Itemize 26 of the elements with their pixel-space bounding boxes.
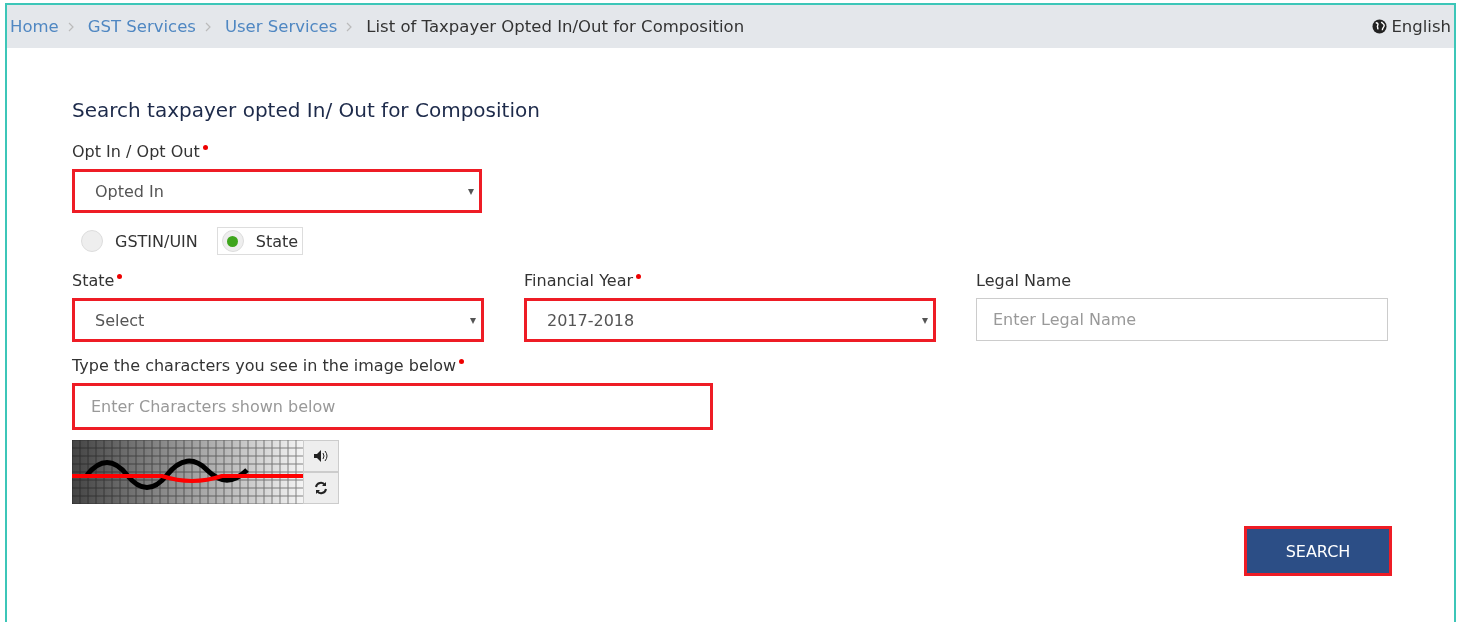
caret-icon xyxy=(470,318,476,324)
dropdown-field[interactable]: Select xyxy=(72,298,484,342)
caret-icon xyxy=(468,189,474,195)
dropdown-field[interactable]: 2017-2018 xyxy=(524,298,936,342)
chevron-icon xyxy=(346,21,353,32)
field-label: Opt In / Opt Out xyxy=(72,142,1454,161)
field-label: Type the characters you see in the image below xyxy=(72,356,1454,375)
refresh-button[interactable] xyxy=(303,472,339,504)
field-label: Legal Name xyxy=(976,271,1073,290)
captcha-input-field[interactable]: Enter Characters shown below xyxy=(72,383,713,430)
input-field[interactable]: Enter Legal Name xyxy=(976,298,1388,341)
speaker-icon xyxy=(314,450,328,462)
refresh-icon xyxy=(314,481,328,495)
search-button[interactable]: SEARCH xyxy=(1244,526,1392,576)
radio-option[interactable]: State xyxy=(216,227,304,255)
chevron-icon xyxy=(67,21,74,32)
breadcrumb-current: List of Taxpayer Opted In/Out for Composition xyxy=(366,17,745,36)
chevron-icon xyxy=(204,21,211,32)
field-label: Financial Year xyxy=(524,271,936,290)
opt-select[interactable]: Opted In xyxy=(72,169,482,213)
language-link[interactable]: English xyxy=(1391,17,1451,36)
field-label: State xyxy=(72,271,484,290)
audio-button[interactable] xyxy=(303,440,339,472)
caret-icon xyxy=(922,318,928,324)
form-heading: Search taxpayer opted In/ Out for Composition xyxy=(72,98,541,122)
radio-option[interactable]: GSTIN/UIN xyxy=(76,227,203,255)
